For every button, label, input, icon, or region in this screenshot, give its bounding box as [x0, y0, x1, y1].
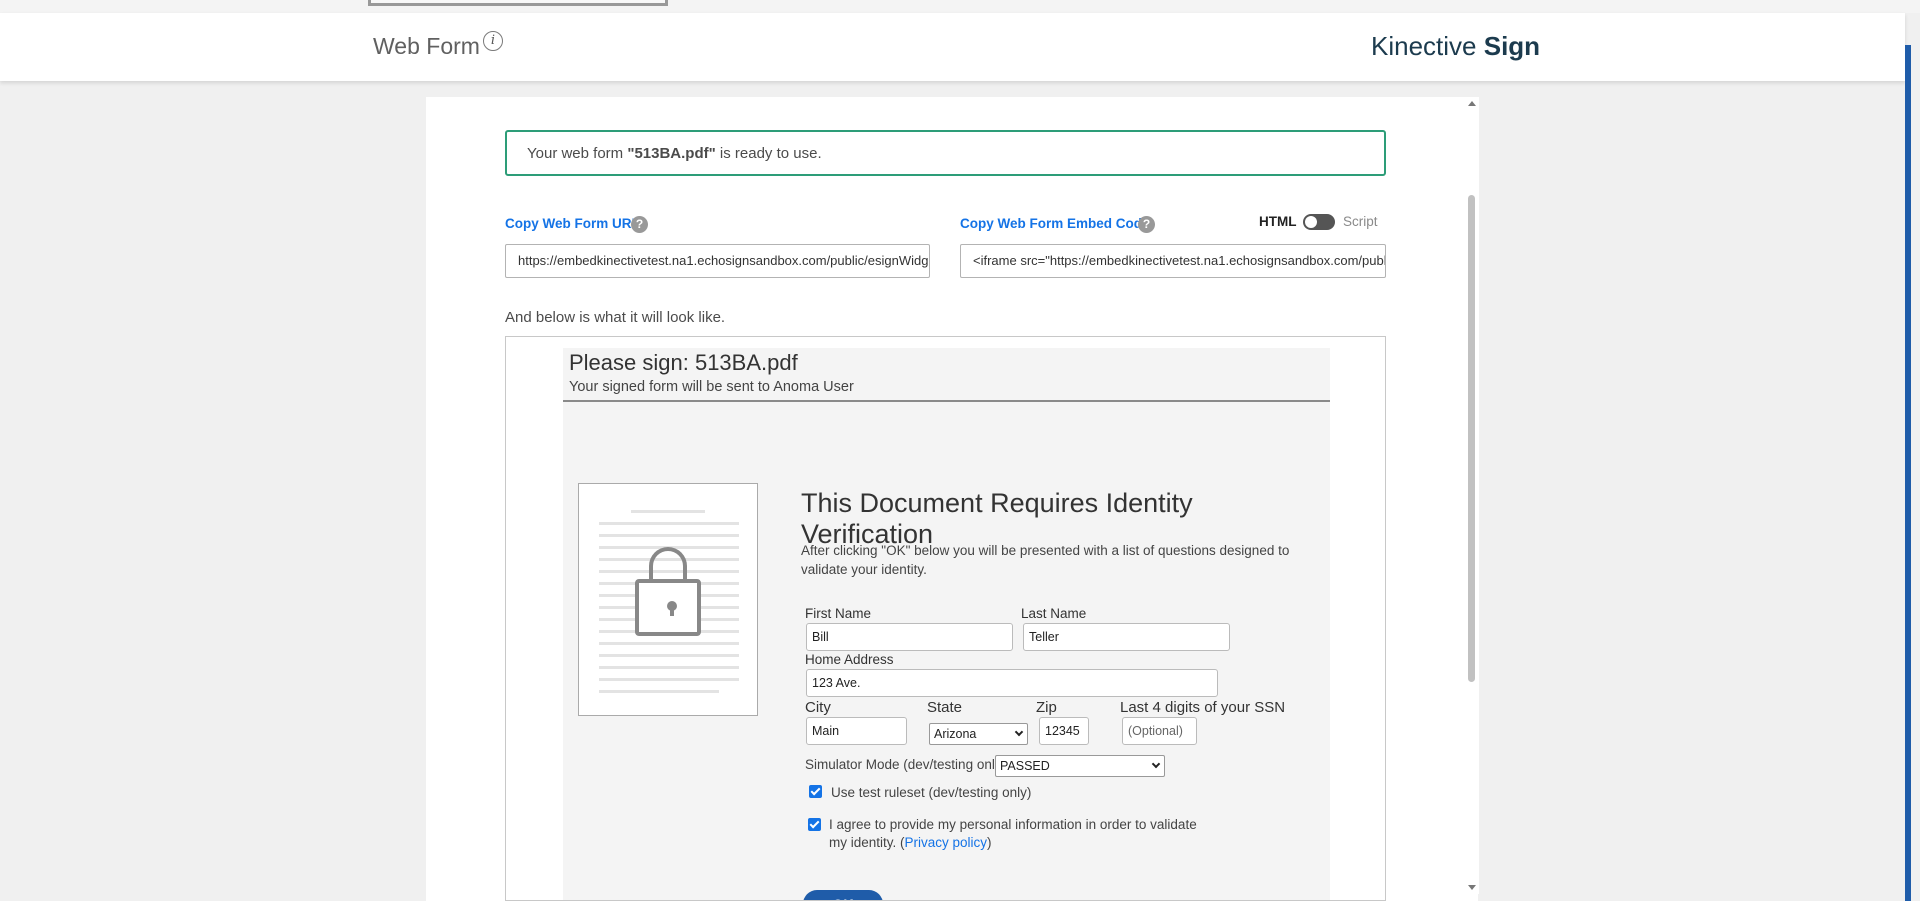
top-strip [0, 0, 1920, 13]
last-name-label: Last Name [1021, 606, 1087, 621]
document-thumbnail [578, 483, 758, 716]
keyhole-stem [670, 606, 674, 616]
city-label: City [805, 699, 831, 716]
scroll-down-icon[interactable] [1468, 885, 1476, 890]
ready-message: Your web form "513BA.pdf" is ready to us… [505, 130, 1386, 176]
web-form-url-field[interactable]: https://embedkinectivetest.na1.echosigns… [505, 244, 930, 278]
doc-line [599, 678, 739, 681]
brand-bold: Sign [1483, 31, 1541, 61]
simulator-label: Simulator Mode (dev/testing only) [805, 757, 1007, 772]
html-script-toggle[interactable] [1303, 214, 1335, 230]
test-ruleset-label: Use test ruleset (dev/testing only) [831, 785, 1032, 800]
page-title: Web Form [373, 33, 480, 59]
chevron-down-icon [1014, 727, 1024, 737]
zip-label: Zip [1036, 699, 1057, 716]
state-select[interactable]: Arizona [929, 723, 1028, 745]
ready-prefix: Your web form [527, 145, 628, 162]
agree-statement: I agree to provide my personal informati… [829, 817, 1197, 850]
preview-header: Please sign: 513BA.pdf Your signed form … [563, 348, 1330, 402]
copy-embed-label[interactable]: Copy Web Form Embed Code [960, 216, 1150, 231]
doc-line [599, 666, 739, 669]
simulator-select[interactable]: PASSED [995, 755, 1165, 777]
scroll-up-icon[interactable] [1468, 101, 1476, 106]
city-field[interactable]: Main [806, 717, 907, 745]
brand-regular: Kinective [1371, 31, 1477, 61]
agree-checkbox[interactable] [808, 818, 821, 831]
copy-url-label[interactable]: Copy Web Form URL [505, 216, 640, 231]
doc-line [599, 534, 739, 537]
chevron-down-icon [1151, 759, 1161, 769]
ssn-field[interactable]: (Optional) [1122, 717, 1197, 745]
agree-text: I agree to provide my personal informati… [829, 816, 1199, 852]
ssn-label: Last 4 digits of your SSN [1120, 699, 1286, 716]
toggle-html-label: HTML [1259, 214, 1297, 229]
help-icon[interactable]: ? [1138, 216, 1155, 233]
doc-line [599, 690, 719, 693]
ready-suffix: is ready to use. [715, 145, 822, 162]
page-scrollbar[interactable] [1905, 45, 1911, 901]
scroll-thumb[interactable] [1468, 195, 1475, 682]
app-header: Web Form i Kinective Sign [0, 13, 1905, 81]
doc-line [631, 510, 705, 513]
help-icon[interactable]: ? [631, 216, 648, 233]
toggle-knob [1305, 216, 1317, 228]
doc-line [599, 522, 739, 525]
test-ruleset-checkbox[interactable] [809, 785, 822, 798]
brand-logo: Kinective Sign [1371, 31, 1540, 62]
agree-close: ) [987, 835, 992, 850]
ready-filename: "513BA.pdf" [627, 145, 716, 162]
preview-subtitle: Your signed form will be sent to Anoma U… [569, 379, 854, 395]
ok-button[interactable]: OK [803, 890, 883, 900]
privacy-policy-link[interactable]: Privacy policy [905, 835, 988, 850]
last-name-field[interactable]: Teller [1023, 623, 1230, 651]
first-name-field[interactable]: Bill [806, 623, 1013, 651]
home-address-field[interactable]: 123 Ave. [806, 669, 1218, 697]
doc-line [599, 654, 739, 657]
state-value: Arizona [934, 727, 977, 741]
state-label: State [927, 699, 963, 716]
zip-field[interactable]: 12345 [1039, 717, 1089, 745]
first-name-label: First Name [805, 606, 872, 621]
home-address-label: Home Address [805, 652, 894, 667]
toggle-script-label: Script [1343, 214, 1378, 229]
doc-line [599, 642, 739, 645]
top-tab[interactable] [368, 0, 668, 6]
preview-intro: And below is what it will look like. [505, 309, 726, 326]
panel-scrollbar[interactable] [1465, 97, 1479, 894]
verify-description: After clicking "OK" below you will be pr… [801, 543, 1290, 577]
info-icon[interactable]: i [483, 31, 503, 51]
embed-code-field[interactable]: <iframe src="https://embedkinectivetest.… [960, 244, 1386, 278]
preview-title: Please sign: 513BA.pdf [569, 350, 798, 375]
form-preview: Please sign: 513BA.pdf Your signed form … [505, 336, 1386, 901]
simulator-value: PASSED [1000, 759, 1050, 773]
preview-frame: Please sign: 513BA.pdf Your signed form … [563, 348, 1330, 900]
